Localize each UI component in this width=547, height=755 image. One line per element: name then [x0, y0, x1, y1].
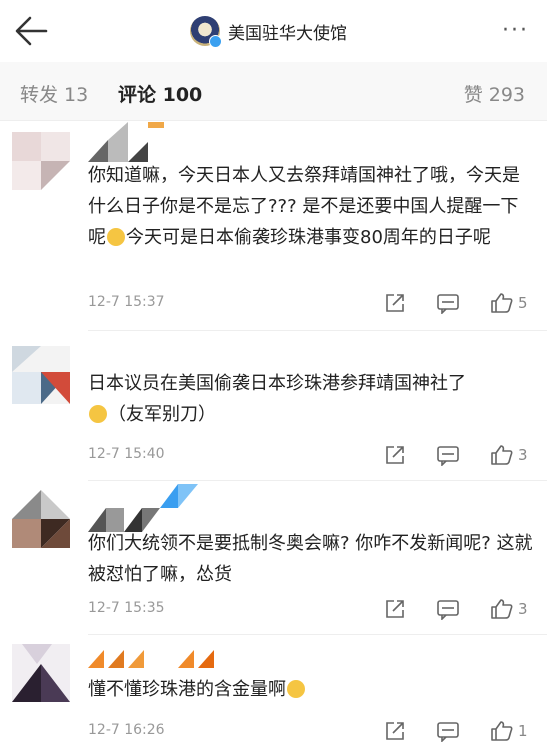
share-icon[interactable]: [384, 720, 408, 742]
avatar[interactable]: [12, 644, 70, 702]
comment-text-part: 日本议员在美国偷袭日本珍珠港参拜靖国神社了: [88, 373, 466, 394]
comment-meta: 12-7 15:37 5: [88, 292, 538, 318]
thumbs-up-icon[interactable]: [490, 720, 514, 742]
username-blurred[interactable]: [88, 122, 178, 162]
reply-icon[interactable]: [436, 292, 460, 315]
comment-meta: 12-7 15:35 3: [88, 598, 538, 624]
embassy-seal-avatar: [190, 16, 222, 48]
thumbs-up-icon[interactable]: [490, 598, 514, 620]
comment-time: 12-7 15:40: [88, 446, 165, 462]
comment-text: 日本议员在美国偷袭日本珍珠港参拜靖国神社了 （友军别刀）: [88, 368, 533, 430]
avatar[interactable]: [12, 490, 70, 548]
share-icon[interactable]: [384, 444, 408, 466]
comment-meta: 12-7 15:40 3: [88, 444, 538, 470]
like-count: 1: [518, 722, 528, 740]
divider: [88, 330, 547, 331]
thumbs-up-icon[interactable]: [490, 444, 514, 466]
reply-icon[interactable]: [436, 720, 460, 743]
reply-icon[interactable]: [436, 598, 460, 621]
comment-text: 你知道嘛，今天日本人又去祭拜靖国神社了哦，今天是什么日子你是不是忘了??? 是不…: [88, 160, 533, 253]
divider: [88, 480, 547, 481]
username-blurred[interactable]: [88, 484, 198, 532]
comment-text: 懂不懂珍珠港的含金量啊: [88, 674, 533, 705]
comment-text-part: （友军别刀）: [108, 404, 216, 425]
verified-badge-icon: [209, 35, 222, 48]
like-count: 3: [518, 446, 528, 464]
back-arrow-icon[interactable]: [12, 14, 52, 48]
share-icon[interactable]: [384, 292, 408, 314]
comment-text-part: 今天可是日本偷袭珍珠港事变80周年的日子呢: [126, 227, 491, 248]
comment-text-part: 懂不懂珍珠港的含金量啊: [88, 679, 286, 700]
comment-text-part: 你们大统领不是要抵制冬奥会嘛? 你咋不发新闻呢? 这就被怼怕了嘛，怂货: [88, 533, 533, 585]
comment-time: 12-7 16:26: [88, 722, 165, 738]
account-name: 美国驻华大使馆: [228, 23, 347, 44]
tab-comments[interactable]: 评论 100: [118, 80, 202, 107]
more-dots-icon[interactable]: ···: [502, 18, 529, 43]
divider: [88, 634, 547, 635]
comment-time: 12-7 15:35: [88, 600, 165, 616]
reply-icon[interactable]: [436, 444, 460, 467]
avatar[interactable]: [12, 346, 70, 404]
tab-likes[interactable]: 赞 293: [464, 80, 525, 107]
tab-repost[interactable]: 转发 13: [20, 80, 88, 107]
username-blurred[interactable]: [88, 640, 228, 668]
account-title[interactable]: 美国驻华大使馆: [190, 14, 347, 48]
thumbs-up-icon[interactable]: [490, 292, 514, 314]
like-count: 3: [518, 600, 528, 618]
grin-emoji-icon: [89, 405, 107, 423]
avatar[interactable]: [12, 132, 70, 190]
like-count: 5: [518, 294, 528, 312]
share-icon[interactable]: [384, 598, 408, 620]
grin-emoji-icon: [107, 228, 125, 246]
comment-text: 你们大统领不是要抵制冬奥会嘛? 你咋不发新闻呢? 这就被怼怕了嘛，怂货: [88, 528, 533, 590]
top-bar: 美国驻华大使馆 ···: [0, 0, 547, 62]
comment-time: 12-7 15:37: [88, 294, 165, 310]
comment-meta: 12-7 16:26 1: [88, 720, 538, 746]
shocked-emoji-icon: [287, 680, 305, 698]
tab-bar: 转发 13 评论 100 赞 293: [0, 62, 547, 121]
